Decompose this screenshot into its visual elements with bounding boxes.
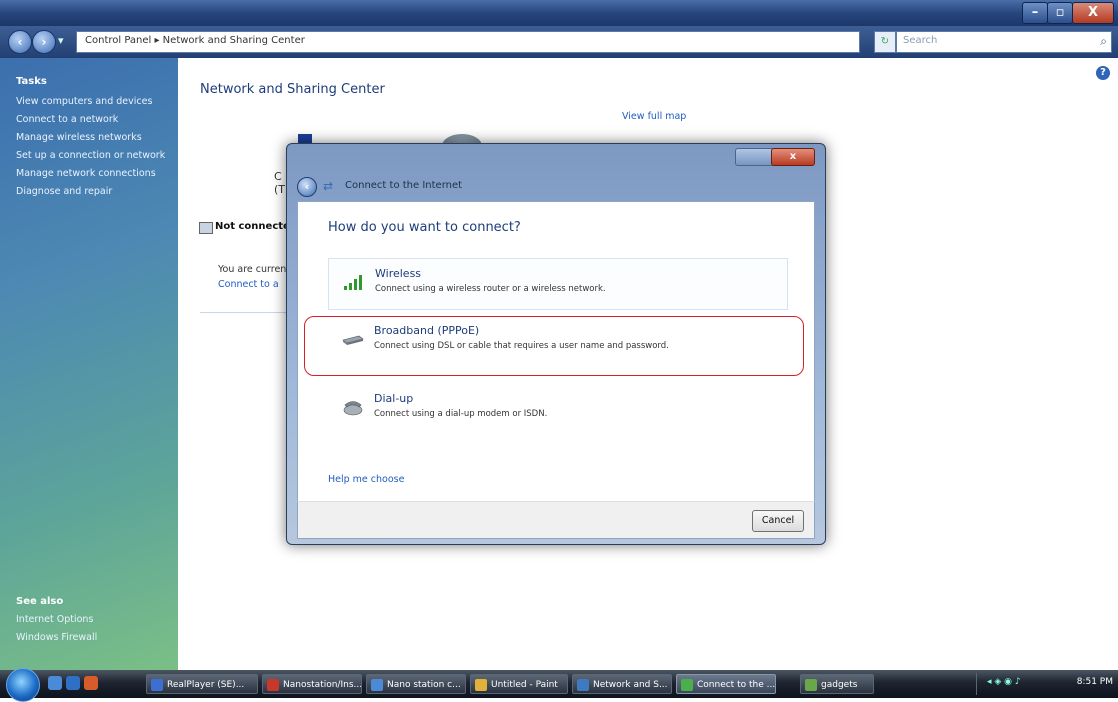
sidebar-item-connect-network[interactable]: Connect to a network xyxy=(16,114,118,125)
address-bar: ‹ › ▾ Control Panel ▸ Network and Sharin… xyxy=(0,26,1118,58)
window-title-bar: – ▫ X xyxy=(0,0,1118,26)
dialog-footer: Cancel xyxy=(297,501,815,539)
back-button[interactable]: ‹ xyxy=(8,30,32,54)
minimize-button[interactable]: – xyxy=(1022,2,1048,24)
option-wireless[interactable]: Wireless Connect using a wireless router… xyxy=(328,258,788,310)
search-placeholder: Search xyxy=(903,35,938,46)
dialog-close-button[interactable]: x xyxy=(771,148,815,166)
search-input[interactable]: Search ⌕ xyxy=(896,31,1112,53)
see-also-heading: See also xyxy=(16,596,64,607)
broadband-highlight-annotation xyxy=(304,316,804,376)
breadcrumb: Control Panel ▸ Network and Sharing Cent… xyxy=(85,35,305,46)
refresh-button[interactable]: ↻ xyxy=(874,31,896,53)
forward-button[interactable]: › xyxy=(32,30,56,54)
control-panel-icon: ▾ xyxy=(58,34,64,47)
dialog-question: How do you want to connect? xyxy=(328,220,521,235)
task-nanostation-ins[interactable]: Nanostation/Ins... xyxy=(262,674,362,694)
task-network-sharing[interactable]: Network and S... xyxy=(572,674,672,694)
task-gadgets[interactable]: gadgets xyxy=(800,674,874,694)
task-paint[interactable]: Untitled - Paint xyxy=(470,674,568,694)
view-full-map-link[interactable]: View full map xyxy=(622,111,686,122)
tray-icons[interactable]: ◂ ◈ ◉ ♪ xyxy=(987,677,1021,687)
task-label: Connect to the ... xyxy=(697,680,776,690)
media-player-icon[interactable] xyxy=(84,676,98,690)
option-wireless-desc: Connect using a wireless router or a wir… xyxy=(375,284,606,294)
document-icon xyxy=(267,679,279,691)
task-label: gadgets xyxy=(821,680,858,690)
close-button[interactable]: X xyxy=(1072,2,1114,24)
help-me-choose-link[interactable]: Help me choose xyxy=(328,474,404,485)
show-desktop-icon[interactable] xyxy=(48,676,62,690)
browser-icon xyxy=(371,679,383,691)
network-wizard-icon: ⇄ xyxy=(323,179,334,193)
network-icon xyxy=(577,679,589,691)
option-dialup-title: Dial-up xyxy=(374,392,414,405)
network-status-icon xyxy=(199,222,213,234)
connect-to-network-link[interactable]: Connect to a xyxy=(218,279,279,290)
sidebar: Tasks View computers and devices Connect… xyxy=(0,58,178,670)
maximize-button[interactable]: ▫ xyxy=(1047,2,1073,24)
task-label: Nano station c... xyxy=(387,680,461,690)
option-dialup-desc: Connect using a dial-up modem or ISDN. xyxy=(374,409,548,419)
option-wireless-title: Wireless xyxy=(375,267,422,280)
page-title: Network and Sharing Center xyxy=(200,82,385,97)
sidebar-item-manage-wireless[interactable]: Manage wireless networks xyxy=(16,132,142,143)
sidebar-item-windows-firewall[interactable]: Windows Firewall xyxy=(16,632,97,643)
sidebar-item-manage-connections[interactable]: Manage network connections xyxy=(16,168,156,179)
task-realplayer[interactable]: RealPlayer (SE)... xyxy=(146,674,258,694)
option-dialup[interactable]: Dial-up Connect using a dial-up modem or… xyxy=(328,384,786,434)
address-field[interactable]: Control Panel ▸ Network and Sharing Cent… xyxy=(76,31,860,53)
dialog-title: Connect to the Internet xyxy=(345,180,463,191)
paint-icon xyxy=(475,679,487,691)
connect-icon xyxy=(681,679,693,691)
task-label: Network and S... xyxy=(593,680,668,690)
switch-windows-icon[interactable] xyxy=(66,676,80,690)
start-button[interactable] xyxy=(6,668,40,702)
wireless-signal-icon xyxy=(344,275,362,290)
system-tray: ◂ ◈ ◉ ♪ 8:51 PM xyxy=(976,673,1117,695)
help-icon[interactable]: ? xyxy=(1096,66,1110,80)
realplayer-icon xyxy=(151,679,163,691)
taskbar: RealPlayer (SE)... Nanostation/Ins... Na… xyxy=(0,668,1118,702)
task-connect-internet[interactable]: Connect to the ... xyxy=(676,674,776,694)
cancel-button[interactable]: Cancel xyxy=(752,510,804,532)
task-nanostation[interactable]: Nano station c... xyxy=(366,674,466,694)
tasks-heading: Tasks xyxy=(16,76,47,87)
status-text: You are curren xyxy=(218,264,287,275)
search-icon[interactable]: ⌕ xyxy=(1100,34,1107,49)
sidebar-item-setup-connection[interactable]: Set up a connection or network xyxy=(16,150,165,161)
sidebar-item-internet-options[interactable]: Internet Options xyxy=(16,614,93,625)
sidebar-item-diagnose-repair[interactable]: Diagnose and repair xyxy=(16,186,112,197)
dialog-back-button[interactable]: ‹ xyxy=(297,177,317,197)
task-label: RealPlayer (SE)... xyxy=(167,680,245,690)
computer-name-partial: C xyxy=(274,170,282,183)
dialog-minimize-button[interactable] xyxy=(735,148,773,166)
task-label: Nanostation/Ins... xyxy=(283,680,362,690)
dialup-phone-icon xyxy=(343,401,363,416)
clock[interactable]: 8:51 PM xyxy=(1077,677,1113,687)
task-label: Untitled - Paint xyxy=(491,680,558,690)
not-connected-label: Not connecte xyxy=(215,221,290,232)
sidebar-item-view-computers[interactable]: View computers and devices xyxy=(16,96,152,107)
gadgets-icon xyxy=(805,679,817,691)
computer-label-partial: (T xyxy=(274,183,286,196)
